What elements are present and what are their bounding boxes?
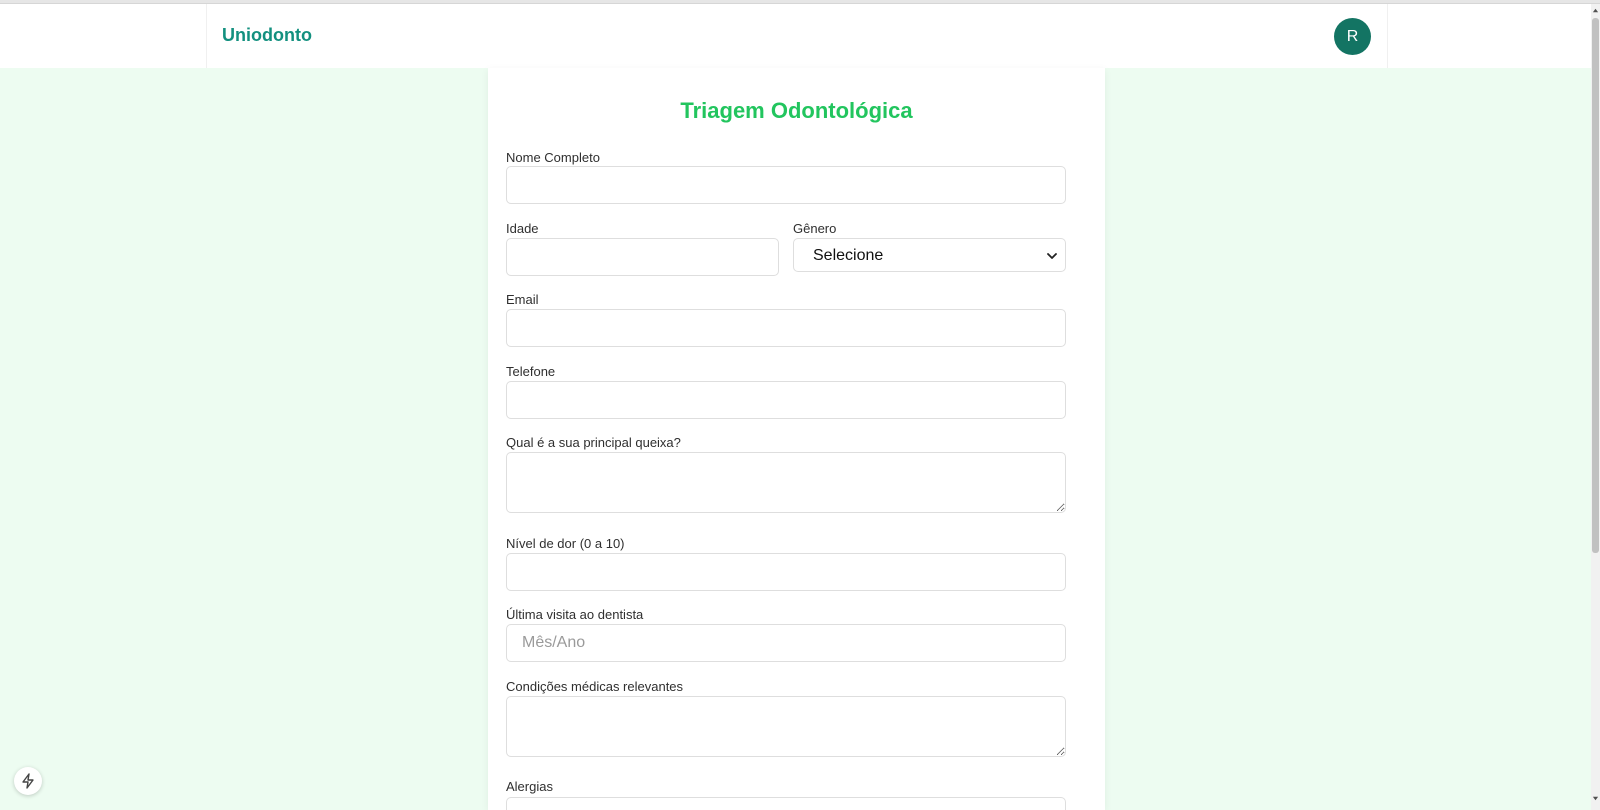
genero-selected-value: Selecione [813,247,884,264]
queixa-label: Qual é a sua principal queixa? [506,435,681,450]
triage-form-card: Triagem Odontológica Nome Completo Idade… [488,68,1105,810]
condicoes-label: Condições médicas relevantes [506,679,684,694]
user-avatar[interactable]: R [1334,18,1371,55]
scroll-up-icon[interactable] [1592,7,1599,14]
chevron-down-icon [1047,253,1057,259]
scroll-down-icon[interactable] [1592,795,1599,802]
scrollbar-thumb[interactable] [1592,18,1599,553]
lightning-icon [22,773,34,789]
ultima-visita-input[interactable] [506,624,1066,662]
condicoes-textarea[interactable] [506,696,1066,757]
alergias-input[interactable] [506,797,1066,810]
queixa-textarea[interactable] [506,452,1066,513]
telefone-label: Telefone [506,364,556,379]
email-input[interactable] [506,309,1066,347]
telefone-input[interactable] [506,381,1066,419]
app-header: Uniodonto R [0,4,1591,68]
page-scrollbar[interactable] [1591,4,1600,810]
email-label: Email [506,292,539,307]
dev-tools-badge[interactable] [14,767,42,795]
genero-label: Gênero [793,221,837,236]
page-title: Triagem Odontológica [680,98,913,123]
nome-input[interactable] [506,166,1066,204]
brand-logo[interactable]: Uniodonto [222,25,312,46]
alergias-label: Alergias [506,779,553,794]
header-container: Uniodonto R [206,4,1388,68]
idade-input[interactable] [506,238,779,276]
dor-label: Nível de dor (0 a 10) [506,536,625,551]
dor-input[interactable] [506,553,1066,591]
nome-label: Nome Completo [506,150,600,165]
genero-select[interactable]: Selecione [793,238,1066,272]
idade-label: Idade [506,221,539,236]
ultima-visita-label: Última visita ao dentista [506,607,644,622]
